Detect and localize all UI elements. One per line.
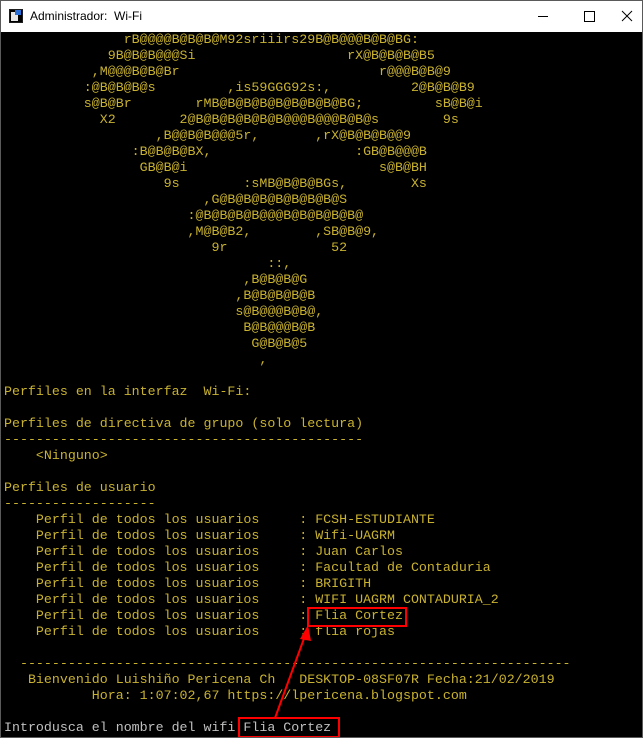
annotation-arrow-icon xyxy=(274,625,311,719)
console-window: Administrador: Wi-Fi rB@@@@B@B@B@M92srii… xyxy=(0,0,643,738)
